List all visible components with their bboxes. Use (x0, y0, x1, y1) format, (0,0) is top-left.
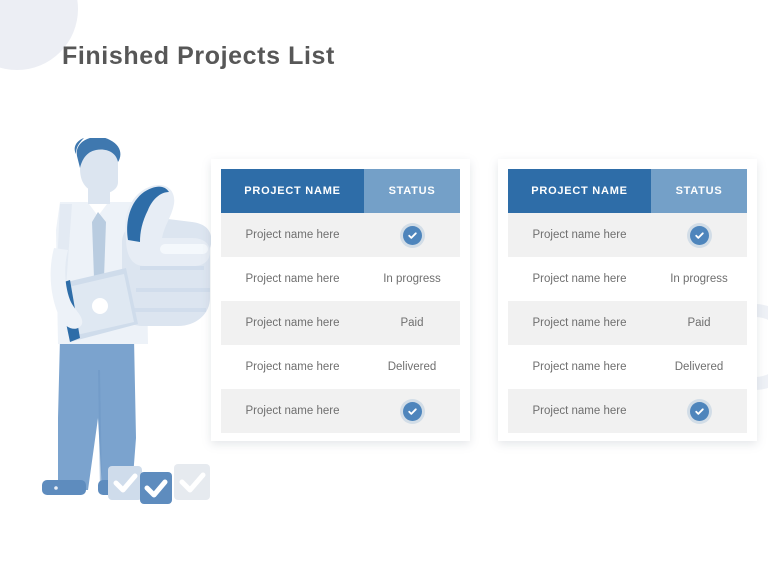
check-circle-icon (689, 225, 709, 245)
table-row[interactable]: Project name here Delivered (508, 345, 747, 389)
projects-tables-container: PROJECT NAME STATUS Project name here Pr… (211, 159, 757, 441)
cell-status: Paid (687, 317, 711, 329)
table-row[interactable]: Project name here Paid (508, 301, 747, 345)
cell-status: In progress (383, 273, 441, 285)
cell-status (651, 401, 747, 421)
cell-project-name: Project name here (245, 273, 340, 285)
cell-status (364, 225, 460, 245)
column-header-status: STATUS (364, 169, 460, 213)
table-row[interactable]: Project name here (221, 213, 460, 257)
cell-project-name: Project name here (245, 405, 340, 417)
page-title: Finished Projects List (62, 42, 335, 70)
table-row[interactable]: Project name here (221, 389, 460, 433)
table-body-right: Project name here Project name here In p… (508, 213, 747, 433)
cell-project-name: Project name here (532, 405, 627, 417)
cell-status: Delivered (674, 361, 724, 373)
column-header-project-name: PROJECT NAME (221, 169, 364, 213)
table-row[interactable]: Project name here (508, 213, 747, 257)
cell-status: Delivered (387, 361, 437, 373)
checkbox-tile-left (108, 466, 142, 500)
projects-table-right: PROJECT NAME STATUS Project name here Pr… (498, 159, 757, 441)
cell-project-name: Project name here (245, 361, 340, 373)
check-circle-icon (402, 401, 422, 421)
check-circle-icon (689, 401, 709, 421)
projects-table-left: PROJECT NAME STATUS Project name here Pr… (211, 159, 470, 441)
table-row[interactable]: Project name here (508, 389, 747, 433)
table-row[interactable]: Project name here In progress (508, 257, 747, 301)
table-header-row-right: PROJECT NAME STATUS (508, 169, 747, 213)
checkbox-tile-right (174, 464, 210, 500)
check-circle-icon (402, 225, 422, 245)
table-row[interactable]: Project name here Paid (221, 301, 460, 345)
cell-status: In progress (670, 273, 728, 285)
table-header-row-left: PROJECT NAME STATUS (221, 169, 460, 213)
table-body-left: Project name here Project name here In p… (221, 213, 460, 433)
table-row[interactable]: Project name here Delivered (221, 345, 460, 389)
cell-status (364, 401, 460, 421)
checkbox-tile-center (140, 472, 172, 504)
cell-status (651, 225, 747, 245)
cell-project-name: Project name here (532, 273, 627, 285)
cell-project-name: Project name here (532, 229, 627, 241)
column-header-project-name: PROJECT NAME (508, 169, 651, 213)
column-header-status: STATUS (651, 169, 747, 213)
cell-project-name: Project name here (245, 317, 340, 329)
cell-status: Paid (400, 317, 424, 329)
businessman-thumbs-up-illustration (14, 138, 224, 518)
cell-project-name: Project name here (532, 317, 627, 329)
cell-project-name: Project name here (245, 229, 340, 241)
cell-project-name: Project name here (532, 361, 627, 373)
table-row[interactable]: Project name here In progress (221, 257, 460, 301)
